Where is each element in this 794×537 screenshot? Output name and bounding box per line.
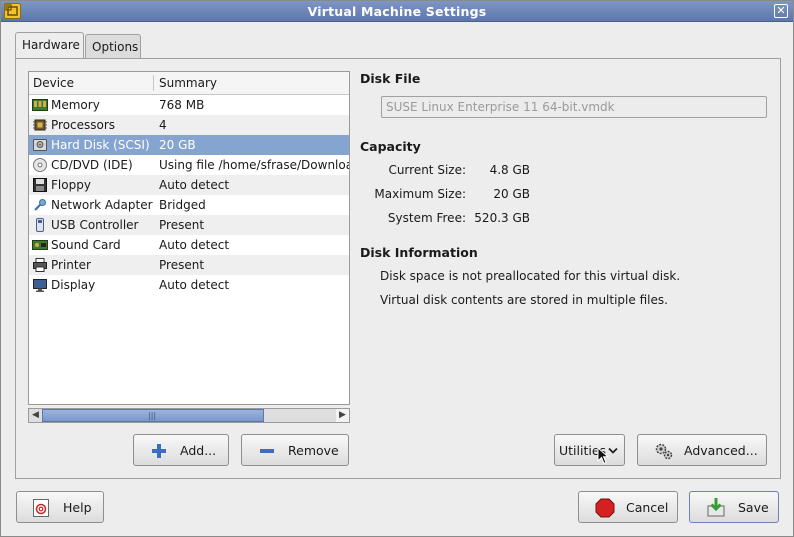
window-title: Virtual Machine Settings [307, 4, 487, 19]
device-summary: 768 MB [159, 98, 205, 112]
device-name: Display [51, 278, 96, 292]
network-icon [34, 199, 46, 211]
device-summary: Auto detect [159, 178, 230, 192]
capacity-heading: Capacity [360, 139, 421, 154]
device-list-horizontal-scrollbar[interactable]: ◀ ||| ▶ [28, 408, 350, 423]
device-name: Printer [51, 258, 91, 272]
disk-file-heading: Disk File [360, 71, 421, 86]
scroll-right-icon[interactable]: ▶ [336, 409, 349, 422]
device-row-network-adapter[interactable]: Network Adapter Bridged [29, 195, 349, 215]
device-name: Processors [51, 118, 116, 132]
column-header-device[interactable]: Device [33, 76, 74, 90]
help-button[interactable]: Help [16, 491, 104, 523]
column-header-summary[interactable]: Summary [159, 76, 217, 90]
device-name: Floppy [51, 178, 91, 192]
device-name: Sound Card [51, 238, 121, 252]
remove-button-label: Remove [288, 443, 339, 458]
cancel-button-label: Cancel [626, 500, 669, 515]
device-summary: Auto detect [159, 238, 230, 252]
advanced-button[interactable]: Advanced... [637, 434, 767, 466]
cd-dvd-icon [33, 158, 47, 172]
device-row-sound-card[interactable]: Sound Card Auto detect [29, 235, 349, 255]
device-row-display[interactable]: Display Auto detect [29, 275, 349, 295]
stop-icon [595, 498, 615, 518]
device-summary: Auto detect [159, 278, 230, 292]
scrollbar-thumb[interactable]: ||| [42, 409, 264, 422]
floppy-icon [33, 178, 47, 192]
hard-disk-icon [33, 139, 47, 151]
device-name: CD/DVD (IDE) [51, 158, 133, 172]
gears-icon [655, 443, 673, 460]
device-summary: 20 GB [159, 138, 196, 152]
help-button-label: Help [63, 500, 92, 515]
mouse-pointer-icon [597, 447, 609, 465]
system-free-value: 520.3 GB [474, 211, 530, 225]
vm-settings-window: Virtual Machine Settings ✕ Hardware Opti… [0, 0, 794, 537]
tab-hardware[interactable]: Hardware [15, 32, 84, 58]
device-row-hard-disk[interactable]: Hard Disk (SCSI) 20 GB [29, 135, 349, 155]
maximum-size-value: 20 GB [493, 187, 530, 201]
current-size-value: 4.8 GB [489, 163, 530, 177]
tab-options[interactable]: Options [85, 34, 141, 59]
processor-icon [33, 119, 47, 131]
disk-info-line: Disk space is not preallocated for this … [380, 269, 681, 283]
printer-icon [33, 258, 47, 272]
device-summary: Present [159, 258, 205, 272]
remove-device-button[interactable]: Remove [241, 434, 349, 466]
display-icon [33, 279, 47, 292]
help-icon [33, 499, 49, 517]
current-size-label: Current Size: [388, 163, 466, 177]
device-name: Network Adapter [51, 198, 153, 212]
disk-info-line: Virtual disk contents are stored in mult… [380, 293, 668, 307]
save-button[interactable]: Save [689, 491, 779, 523]
plus-icon [152, 444, 166, 458]
device-list[interactable]: Device Summary Memory 768 MB Processors … [28, 71, 350, 405]
save-icon [707, 498, 725, 517]
memory-icon [32, 99, 48, 111]
device-list-header: Device Summary [29, 72, 349, 95]
title-bar[interactable]: Virtual Machine Settings ✕ [1, 1, 793, 22]
device-row-cd-dvd[interactable]: CD/DVD (IDE) Using file /home/sfrase/Dow… [29, 155, 349, 175]
disk-file-field: SUSE Linux Enterprise 11 64-bit.vmdk [381, 96, 767, 118]
scroll-left-icon[interactable]: ◀ [29, 409, 42, 422]
device-name: Memory [51, 98, 100, 112]
device-row-processors[interactable]: Processors 4 [29, 115, 349, 135]
maximum-size-label: Maximum Size: [374, 187, 466, 201]
close-icon[interactable]: ✕ [774, 4, 788, 18]
add-button-label: Add... [180, 443, 217, 458]
device-summary: Bridged [159, 198, 206, 212]
save-button-label: Save [738, 500, 769, 515]
add-device-button[interactable]: Add... [133, 434, 229, 466]
sound-card-icon [32, 240, 48, 250]
disk-information-heading: Disk Information [360, 245, 478, 260]
usb-icon [36, 218, 44, 232]
cancel-button[interactable]: Cancel [578, 491, 678, 523]
device-summary: Present [159, 218, 205, 232]
device-name: USB Controller [51, 218, 139, 232]
system-free-label: System Free: [387, 211, 466, 225]
device-row-usb-controller[interactable]: USB Controller Present [29, 215, 349, 235]
utilities-button[interactable]: Utilities [554, 434, 625, 466]
device-summary: 4 [159, 118, 167, 132]
minus-icon [260, 449, 274, 453]
chevron-down-icon [608, 447, 618, 454]
advanced-button-label: Advanced... [684, 443, 758, 458]
device-row-memory[interactable]: Memory 768 MB [29, 95, 349, 115]
device-summary: Using file /home/sfrase/Downloa [159, 158, 350, 172]
device-name: Hard Disk (SCSI) [51, 138, 150, 152]
hardware-tab-panel: Device Summary Memory 768 MB Processors … [15, 58, 781, 479]
device-row-printer[interactable]: Printer Present [29, 255, 349, 275]
device-row-floppy[interactable]: Floppy Auto detect [29, 175, 349, 195]
